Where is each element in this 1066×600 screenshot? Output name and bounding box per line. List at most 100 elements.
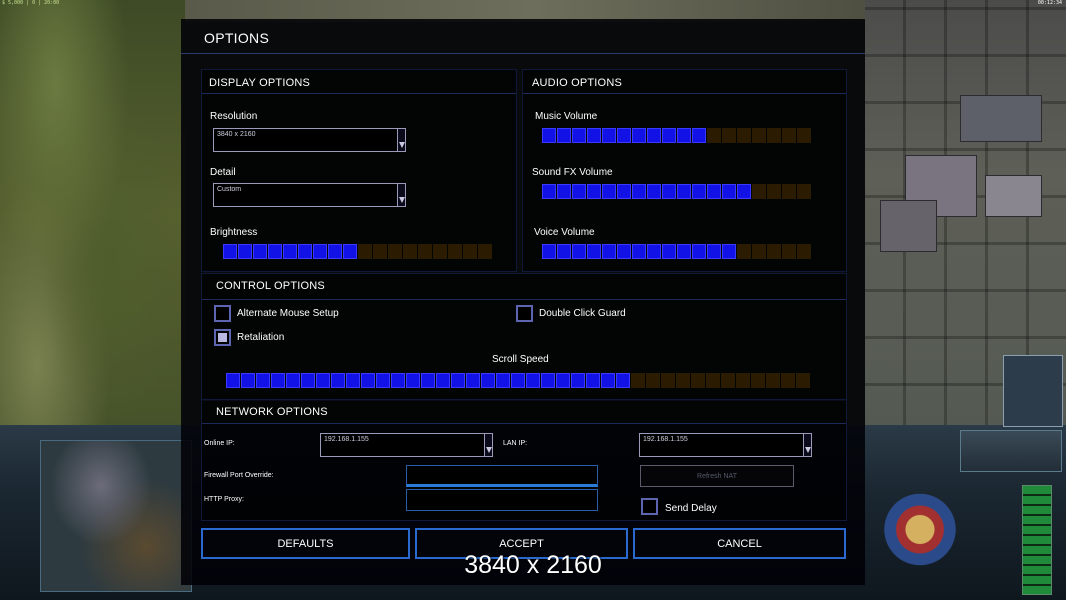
slider-segment[interactable]	[781, 373, 795, 388]
slider-segment[interactable]	[331, 373, 345, 388]
slider-segment[interactable]	[782, 244, 796, 259]
slider-segment[interactable]	[223, 244, 237, 259]
sound-fx-volume-slider[interactable]	[542, 184, 811, 199]
slider-segment[interactable]	[797, 128, 811, 143]
slider-segment[interactable]	[226, 373, 240, 388]
slider-segment[interactable]	[478, 244, 492, 259]
slider-segment[interactable]	[737, 128, 751, 143]
slider-segment[interactable]	[707, 184, 721, 199]
slider-segment[interactable]	[526, 373, 540, 388]
slider-segment[interactable]	[677, 244, 691, 259]
slider-segment[interactable]	[451, 373, 465, 388]
scroll-speed-slider[interactable]	[226, 373, 810, 388]
slider-segment[interactable]	[632, 128, 646, 143]
slider-segment[interactable]	[617, 244, 631, 259]
slider-segment[interactable]	[647, 128, 661, 143]
slider-segment[interactable]	[376, 373, 390, 388]
slider-segment[interactable]	[571, 373, 585, 388]
alternate-mouse-checkbox[interactable]	[214, 305, 231, 322]
slider-segment[interactable]	[766, 373, 780, 388]
slider-segment[interactable]	[587, 128, 601, 143]
slider-segment[interactable]	[271, 373, 285, 388]
slider-segment[interactable]	[496, 373, 510, 388]
slider-segment[interactable]	[238, 244, 252, 259]
slider-segment[interactable]	[542, 184, 556, 199]
slider-segment[interactable]	[542, 128, 556, 143]
slider-segment[interactable]	[283, 244, 297, 259]
double-click-guard-checkbox[interactable]	[516, 305, 533, 322]
slider-segment[interactable]	[268, 244, 282, 259]
slider-segment[interactable]	[241, 373, 255, 388]
slider-segment[interactable]	[782, 128, 796, 143]
slider-segment[interactable]	[602, 244, 616, 259]
slider-segment[interactable]	[616, 373, 630, 388]
slider-segment[interactable]	[316, 373, 330, 388]
slider-segment[interactable]	[767, 184, 781, 199]
slider-segment[interactable]	[253, 244, 267, 259]
slider-segment[interactable]	[256, 373, 270, 388]
slider-segment[interactable]	[602, 128, 616, 143]
chevron-down-icon[interactable]	[803, 434, 811, 456]
slider-segment[interactable]	[722, 128, 736, 143]
slider-segment[interactable]	[721, 373, 735, 388]
slider-segment[interactable]	[586, 373, 600, 388]
slider-segment[interactable]	[692, 244, 706, 259]
slider-segment[interactable]	[691, 373, 705, 388]
slider-segment[interactable]	[286, 373, 300, 388]
slider-segment[interactable]	[572, 128, 586, 143]
slider-segment[interactable]	[557, 184, 571, 199]
slider-segment[interactable]	[587, 184, 601, 199]
slider-segment[interactable]	[343, 244, 357, 259]
slider-segment[interactable]	[767, 128, 781, 143]
slider-segment[interactable]	[602, 184, 616, 199]
slider-segment[interactable]	[752, 184, 766, 199]
slider-segment[interactable]	[707, 128, 721, 143]
slider-segment[interactable]	[313, 244, 327, 259]
chevron-down-icon[interactable]	[397, 184, 405, 206]
slider-segment[interactable]	[436, 373, 450, 388]
slider-segment[interactable]	[617, 184, 631, 199]
slider-segment[interactable]	[511, 373, 525, 388]
online-ip-dropdown[interactable]: 192.168.1.155	[320, 433, 493, 457]
music-volume-slider[interactable]	[542, 128, 811, 143]
lan-ip-dropdown[interactable]: 192.168.1.155	[639, 433, 812, 457]
slider-segment[interactable]	[752, 128, 766, 143]
slider-segment[interactable]	[433, 244, 447, 259]
slider-segment[interactable]	[373, 244, 387, 259]
slider-segment[interactable]	[797, 184, 811, 199]
slider-segment[interactable]	[677, 128, 691, 143]
slider-segment[interactable]	[647, 184, 661, 199]
slider-segment[interactable]	[557, 244, 571, 259]
slider-segment[interactable]	[632, 184, 646, 199]
slider-segment[interactable]	[662, 184, 676, 199]
slider-segment[interactable]	[647, 244, 661, 259]
slider-segment[interactable]	[632, 244, 646, 259]
slider-segment[interactable]	[661, 373, 675, 388]
slider-segment[interactable]	[737, 244, 751, 259]
slider-segment[interactable]	[662, 244, 676, 259]
slider-segment[interactable]	[361, 373, 375, 388]
slider-segment[interactable]	[722, 244, 736, 259]
slider-segment[interactable]	[542, 244, 556, 259]
firewall-port-input[interactable]	[406, 465, 598, 487]
slider-segment[interactable]	[751, 373, 765, 388]
retaliation-checkbox[interactable]	[214, 329, 231, 346]
slider-segment[interactable]	[737, 184, 751, 199]
slider-segment[interactable]	[557, 128, 571, 143]
resolution-dropdown[interactable]: 3840 x 2160	[213, 128, 406, 152]
slider-segment[interactable]	[677, 184, 691, 199]
chevron-down-icon[interactable]	[484, 434, 492, 456]
slider-segment[interactable]	[706, 373, 720, 388]
slider-segment[interactable]	[736, 373, 750, 388]
slider-segment[interactable]	[646, 373, 660, 388]
brightness-slider[interactable]	[223, 244, 492, 259]
voice-volume-slider[interactable]	[542, 244, 811, 259]
slider-segment[interactable]	[692, 128, 706, 143]
slider-segment[interactable]	[722, 184, 736, 199]
unit-portrait-icons[interactable]	[1003, 355, 1063, 427]
slider-segment[interactable]	[662, 128, 676, 143]
slider-segment[interactable]	[617, 128, 631, 143]
send-delay-checkbox[interactable]	[641, 498, 658, 515]
slider-segment[interactable]	[301, 373, 315, 388]
slider-segment[interactable]	[752, 244, 766, 259]
